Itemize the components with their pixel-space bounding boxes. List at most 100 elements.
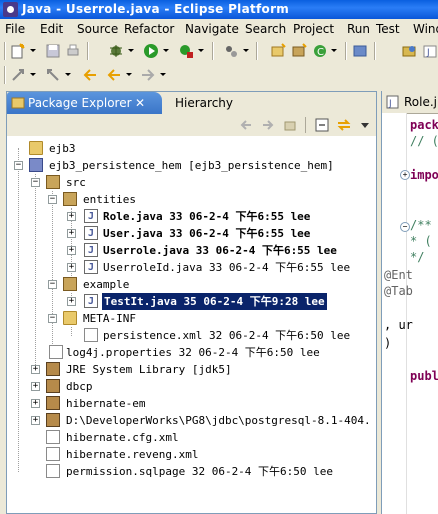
view-tabs: Package Explorer ✕ Hierarchy — [7, 92, 376, 114]
tab-hierarchy[interactable]: Hierarchy — [165, 92, 265, 114]
tree-item-role-java[interactable]: + Role.java 33 06-2-4 下午6:55 lee — [7, 208, 367, 225]
run-icon[interactable] — [143, 43, 159, 59]
tab-package-explorer-label: Package Explorer — [28, 96, 132, 110]
new-java-project-icon[interactable] — [270, 43, 286, 59]
new-package-icon[interactable] — [291, 43, 307, 59]
external-tools-icon[interactable] — [178, 43, 194, 59]
close-icon[interactable]: ✕ — [135, 96, 145, 110]
tree-item-meta-inf[interactable]: − META-INF — [7, 310, 367, 327]
tree-item-testit-java[interactable]: + TestIt.java 35 06-2-4 下午9:28 lee — [7, 293, 367, 310]
menu-refactor[interactable]: Refactor — [124, 22, 174, 36]
fold-collapse-icon[interactable]: − — [400, 222, 410, 232]
expand-toggle[interactable]: + — [31, 365, 40, 374]
project-icon — [29, 158, 43, 172]
code-line: impo — [410, 168, 438, 182]
save-icon[interactable] — [45, 43, 61, 59]
tree-item-permission-sqlpage[interactable]: permission.sqlpage 32 06-2-4 下午6:50 lee — [7, 463, 367, 480]
next-annotation-icon[interactable] — [10, 67, 26, 83]
expand-toggle[interactable]: + — [31, 399, 40, 408]
collapse-toggle[interactable]: − — [14, 161, 23, 170]
tree-item-label: persistence.xml 32 06-2-4 下午6:50 lee — [103, 329, 351, 342]
open-perspective-icon[interactable] — [401, 43, 417, 59]
menu-file[interactable]: File — [5, 22, 25, 36]
code-line: @Tab — [384, 284, 413, 298]
eclipse-app-icon — [3, 2, 18, 17]
code-line: // ( — [410, 134, 438, 148]
code-line: * ( — [410, 234, 432, 248]
collapse-toggle[interactable]: − — [48, 195, 57, 204]
back-icon[interactable] — [106, 67, 122, 83]
package-tree: ejb3 − ejb3_persistence_hem [ejb3_persis… — [7, 136, 376, 513]
tree-item-label: permission.sqlpage 32 06-2-4 下午6:50 lee — [66, 465, 334, 478]
menu-project[interactable]: Project — [293, 22, 334, 36]
tree-item-log4j-properties[interactable]: log4j.properties 32 06-2-4 下午6:50 lee — [7, 344, 367, 361]
last-edit-icon[interactable] — [82, 67, 98, 83]
forward-icon[interactable] — [140, 67, 156, 83]
tree-item-entities[interactable]: − entities — [7, 191, 367, 208]
tree-item-hibernate-cfg-xml[interactable]: hibernate.cfg.xml — [7, 429, 367, 446]
collapse-toggle[interactable]: − — [31, 178, 40, 187]
debug-icon[interactable] — [108, 43, 124, 59]
tree-item-persistence-xml[interactable]: persistence.xml 32 06-2-4 下午6:50 lee — [7, 327, 367, 344]
code-line: , ur — [384, 318, 413, 332]
tab-package-explorer[interactable]: Package Explorer ✕ — [7, 92, 162, 114]
expand-toggle[interactable]: + — [67, 246, 76, 255]
tree-item-hibernate-em[interactable]: + hibernate-em — [7, 395, 367, 412]
java-perspective-icon[interactable]: J — [422, 43, 438, 59]
expand-toggle[interactable]: + — [67, 212, 76, 221]
tree-item-label: META-INF — [83, 312, 136, 325]
tree-item-dbcp[interactable]: + dbcp — [7, 378, 367, 395]
tree-item-userroleid-java[interactable]: + UserroleId.java 33 06-2-4 下午6:55 lee — [7, 259, 367, 276]
svg-text:J: J — [426, 48, 430, 58]
tree-item-user-java[interactable]: + User.java 33 06-2-4 下午6:55 lee — [7, 225, 367, 242]
expand-toggle[interactable]: + — [31, 416, 40, 425]
collapse-toggle[interactable]: − — [48, 280, 57, 289]
xml-file-icon — [84, 328, 98, 342]
main-toolbar: C J — [0, 39, 438, 63]
link-with-editor-icon[interactable] — [337, 118, 351, 132]
print-icon[interactable] — [65, 43, 81, 59]
view-toolbar — [7, 114, 376, 137]
properties-file-icon — [49, 345, 63, 359]
new-class-icon[interactable]: C — [312, 43, 328, 59]
tree-item-example[interactable]: − example — [7, 276, 367, 293]
forward-arrow-icon[interactable] — [261, 118, 275, 132]
tree-item-src[interactable]: − src — [7, 174, 367, 191]
menu-search[interactable]: Search — [245, 22, 286, 36]
tree-item-postgresql-jar[interactable]: + D:\DeveloperWorks\PG8\jdbc\postgresql-… — [7, 412, 371, 429]
tree-item-label: JRE System Library [jdk5] — [66, 363, 232, 376]
up-icon[interactable] — [283, 118, 297, 132]
secondary-toolbar — [0, 63, 438, 87]
menu-test[interactable]: Test — [376, 22, 400, 36]
tree-item-hibernate-reveng-xml[interactable]: hibernate.reveng.xml — [7, 446, 367, 463]
new-icon[interactable] — [10, 43, 26, 59]
open-type-icon[interactable] — [352, 43, 368, 59]
window-title: Java - Userrole.java - Eclipse Platform — [22, 2, 290, 16]
prev-annotation-icon[interactable] — [45, 67, 61, 83]
menu-navigate[interactable]: Navigate — [185, 22, 239, 36]
tree-item-jre-library[interactable]: + JRE System Library [jdk5] — [7, 361, 367, 378]
menu-window[interactable]: Wind — [413, 22, 438, 36]
collapse-all-icon[interactable] — [315, 118, 329, 132]
tree-item-ejb3[interactable]: ejb3 — [7, 140, 367, 157]
fold-expand-icon[interactable]: + — [400, 170, 410, 180]
hibernate-icon[interactable] — [223, 43, 239, 59]
java-file-icon — [84, 225, 98, 242]
tab-role-java[interactable]: J Role.j — [382, 91, 438, 114]
tree-item-label: UserroleId.java 33 06-2-4 下午6:55 lee — [103, 261, 351, 274]
expand-toggle[interactable]: + — [67, 297, 76, 306]
expand-toggle[interactable]: + — [67, 229, 76, 238]
collapse-toggle[interactable]: − — [48, 314, 57, 323]
tree-item-project[interactable]: − ejb3_persistence_hem [ejb3_persistence… — [7, 157, 367, 174]
menu-edit[interactable]: Edit — [40, 22, 63, 36]
tree-item-userrole-java[interactable]: + Userrole.java 33 06-2-4 下午6:55 lee — [7, 242, 367, 259]
folder-icon — [63, 311, 77, 325]
expand-toggle[interactable]: + — [67, 263, 76, 272]
view-menu-icon[interactable] — [361, 123, 369, 128]
menu-run[interactable]: Run — [347, 22, 370, 36]
java-editor[interactable]: J Role.j + − pack // ( impo /** * ( */ @… — [381, 91, 438, 514]
package-explorer-view: Package Explorer ✕ Hierarchy ejb3 − ejb3… — [6, 91, 377, 514]
back-arrow-icon[interactable] — [239, 118, 253, 132]
expand-toggle[interactable]: + — [31, 382, 40, 391]
menu-source[interactable]: Source — [77, 22, 118, 36]
